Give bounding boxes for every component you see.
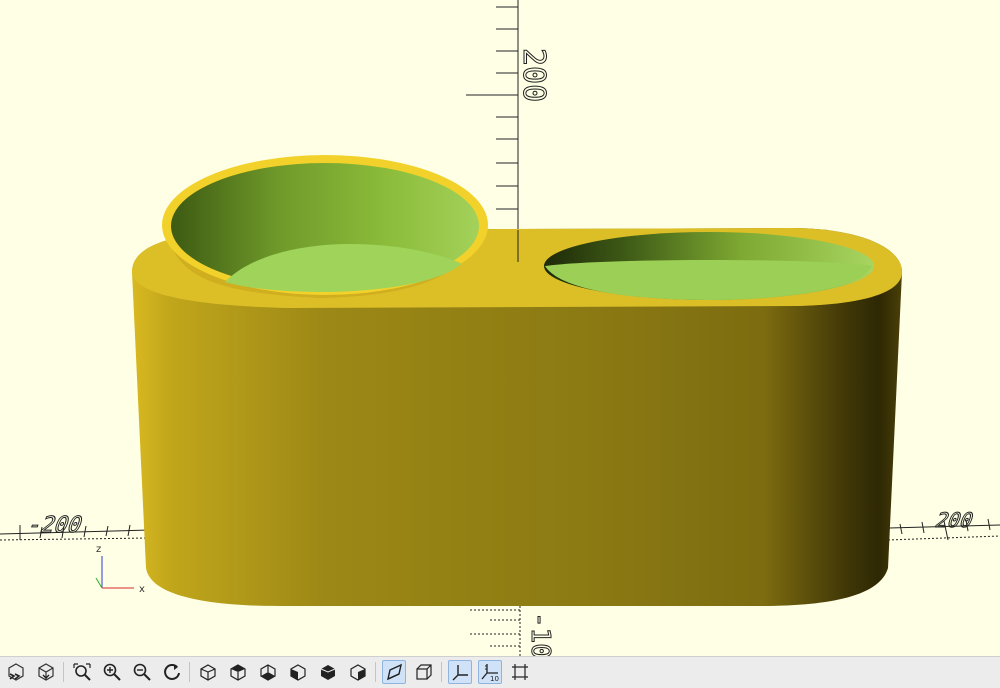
x-axis-label-right: 200 [932, 508, 978, 532]
show-edges-button[interactable] [508, 660, 532, 684]
orthogonal-button[interactable] [412, 660, 436, 684]
z-axis-label-top: 200 [516, 48, 552, 103]
axis-gizmo: z x [95, 544, 145, 595]
z-axis-label-bottom: -10 [525, 612, 556, 657]
right-cup [544, 232, 874, 300]
view-top-icon [230, 664, 246, 681]
gizmo-z-label: z [96, 544, 101, 555]
toolbar-separator [441, 662, 442, 682]
view-right-button[interactable] [196, 660, 220, 684]
svg-text:-10: -10 [525, 612, 555, 656]
view-all-icon [73, 663, 91, 681]
show-scale-markers-button[interactable]: 10 [478, 660, 502, 684]
scale-markers-icon: 10 [481, 664, 499, 682]
orthogonal-icon [416, 664, 432, 680]
view-top-button[interactable] [226, 660, 250, 684]
svg-text:-200: -200 [24, 513, 86, 538]
render-icon [8, 663, 24, 681]
view-back-button[interactable] [346, 660, 370, 684]
x-axis-label-left: -200 [23, 512, 86, 538]
gizmo-x-label: x [139, 584, 145, 595]
view-front-button[interactable] [316, 660, 340, 684]
svg-text:200: 200 [516, 48, 551, 102]
view-bottom-button[interactable] [256, 660, 280, 684]
zoom-out-icon [133, 663, 151, 681]
toolbar-separator [63, 662, 64, 682]
toolbar-separator [375, 662, 376, 682]
view-all-button[interactable] [70, 660, 94, 684]
zoom-in-icon [103, 663, 121, 681]
zoom-in-button[interactable] [100, 660, 124, 684]
zoom-out-button[interactable] [130, 660, 154, 684]
left-cup [162, 155, 488, 298]
scale-markers-badge: 10 [490, 675, 499, 682]
view-front-icon [320, 665, 336, 680]
reset-view-icon [164, 664, 180, 680]
show-edges-icon [512, 664, 528, 680]
perspective-icon [387, 663, 402, 681]
preview-icon [38, 663, 54, 681]
reset-view-button[interactable] [160, 660, 184, 684]
svg-text:200: 200 [932, 509, 977, 532]
view-toolbar: 10 [0, 656, 1000, 688]
view-bottom-icon [260, 664, 276, 681]
show-axes-icon [452, 665, 468, 681]
render-button[interactable] [4, 660, 28, 684]
perspective-button[interactable] [382, 660, 406, 684]
view-right-icon [200, 664, 216, 681]
view-left-button[interactable] [286, 660, 310, 684]
view-back-icon [350, 664, 366, 681]
view-left-icon [290, 664, 306, 681]
preview-button[interactable] [34, 660, 58, 684]
3d-viewport[interactable]: 200 -10 -200 200 z x [0, 0, 1000, 656]
toolbar-separator [189, 662, 190, 682]
show-axes-button[interactable] [448, 660, 472, 684]
